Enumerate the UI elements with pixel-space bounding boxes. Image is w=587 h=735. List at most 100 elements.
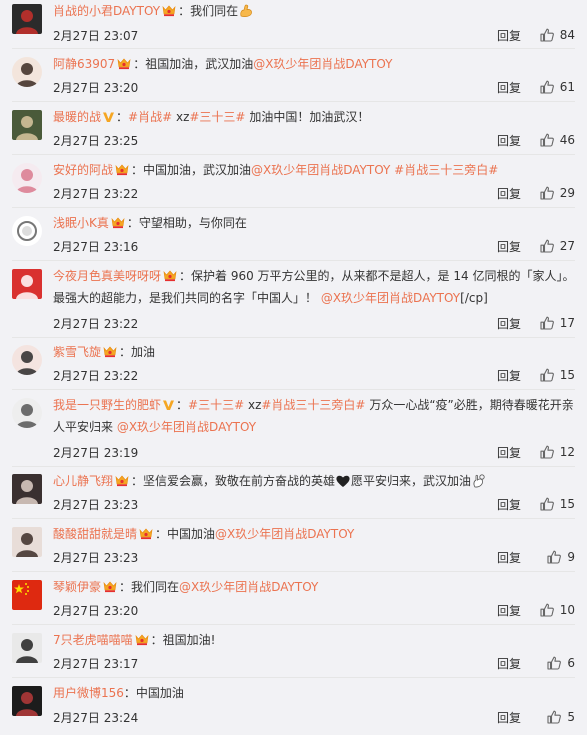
hashtag-link[interactable]: #肖战三十三旁白# [261, 398, 365, 412]
divider [12, 624, 575, 625]
comment-body: ： [176, 398, 189, 412]
avatar[interactable] [12, 398, 42, 428]
like-button[interactable]: 29 [540, 186, 575, 200]
like-button[interactable]: 5 [547, 710, 575, 724]
like-button[interactable]: 12 [540, 445, 575, 459]
like-button[interactable]: 15 [540, 497, 575, 511]
like-button[interactable]: 46 [540, 133, 575, 147]
timestamp: 2月27日 23:24 [53, 711, 139, 725]
username-link[interactable]: 安好的阿战 [53, 163, 113, 177]
comment-text: 心儿静飞翔 ：坚信爱会赢，致敬在前方奋战的英雄 愿平安归来，武汉加油 [53, 470, 575, 492]
comment-body: xz [172, 110, 190, 124]
like-count: 84 [559, 28, 575, 42]
like-button[interactable]: 9 [547, 550, 575, 564]
comment-text: 我是一只野生的肥虾 ：#三十三# xz#肖战三十三旁白# 万众一心战“疫”必胜，期… [53, 394, 575, 438]
username-link[interactable]: 今夜月色真美呀呀呀 [53, 269, 161, 283]
comment-body: ：坚信爱会赢，致敬在前方奋战的英雄 [131, 474, 336, 488]
reply-button[interactable]: 回复 [497, 602, 521, 619]
divider [12, 389, 575, 390]
comment-body: ：祖国加油，武汉加油 [133, 57, 254, 71]
reply-button[interactable]: 回复 [497, 315, 521, 332]
thumbs-up-icon [540, 603, 554, 617]
mention-link[interactable]: @X玖少年团肖战DAYTOY [179, 580, 318, 594]
reply-button[interactable]: 回复 [497, 367, 521, 384]
username-link[interactable]: 肖战的小君DAYTOY [53, 4, 160, 18]
thumbs-up-icon [540, 80, 554, 94]
avatar[interactable] [12, 345, 42, 375]
comment-item: 我是一只野生的肥虾 ：#三十三# xz#肖战三十三旁白# 万众一心战“疫”必胜，期… [0, 394, 587, 467]
reply-button[interactable]: 回复 [497, 709, 521, 726]
avatar[interactable] [12, 474, 42, 504]
like-button[interactable]: 61 [540, 80, 575, 94]
username-link[interactable]: 紫雪飞旋 [53, 345, 101, 359]
username-link[interactable]: 心儿静飞翔 [53, 474, 113, 488]
avatar[interactable] [12, 269, 42, 299]
avatar[interactable] [12, 633, 42, 663]
reply-button[interactable]: 回复 [497, 238, 521, 255]
comment-body: xz [244, 398, 262, 412]
vip-crown-icon [162, 5, 176, 16]
hashtag-link[interactable]: #三十三# [188, 398, 244, 412]
avatar[interactable] [12, 216, 42, 246]
timestamp: 2月27日 23:22 [53, 317, 139, 331]
username-link[interactable]: 琴颖伊豪 [53, 580, 101, 594]
timestamp: 2月27日 23:17 [53, 657, 139, 671]
mention-link[interactable]: @X玖少年团肖战DAYTOY [253, 57, 392, 71]
like-button[interactable]: 15 [540, 368, 575, 382]
mention-link[interactable]: @X玖少年团肖战DAYTOY [215, 527, 354, 541]
comment-body: ：守望相助，与你同在 [126, 216, 247, 230]
comment-item: 用户微博156：中国加油 2月27日 23:24 回复 5 [0, 682, 587, 735]
thumbs-up-icon [540, 368, 554, 382]
username-link[interactable]: 最暖的战 [53, 110, 101, 124]
comment-text: 今夜月色真美呀呀呀 ：保护着 960 万平方公里的，从来都不是超人，是 14 亿同… [53, 265, 575, 309]
vip-crown-icon [103, 346, 117, 357]
vip-crown-icon [111, 217, 125, 228]
username-link[interactable]: 用户微博156 [53, 686, 124, 700]
comment-body: 加油中国！加油武汉！ [245, 110, 370, 124]
vip-crown-icon [135, 634, 149, 645]
avatar[interactable] [12, 686, 42, 716]
hashtag-link[interactable]: #三十三# [189, 110, 245, 124]
username-link[interactable]: 浅眠小K真 [53, 216, 109, 230]
mention-link[interactable]: @X玖少年团肖战DAYTOY [251, 163, 390, 177]
username-link[interactable]: 7只老虎喵喵喵 [53, 633, 133, 647]
heart-emoji-icon [336, 475, 350, 487]
reply-button[interactable]: 回复 [497, 549, 521, 566]
mention-link[interactable]: @X玖少年团肖战DAYTOY [117, 420, 256, 434]
reply-button[interactable]: 回复 [497, 444, 521, 461]
reply-button[interactable]: 回复 [497, 655, 521, 672]
avatar[interactable] [12, 527, 42, 557]
comment-body: ：中国加油 [155, 527, 216, 541]
comment-text: 琴颖伊豪 ：我们同在@X玖少年团肖战DAYTOY [53, 576, 575, 598]
mention-link[interactable]: @X玖少年团肖战DAYTOY [321, 291, 460, 305]
like-button[interactable]: 84 [540, 28, 575, 42]
avatar[interactable] [12, 163, 42, 193]
avatar[interactable] [12, 110, 42, 140]
avatar[interactable] [12, 580, 42, 610]
reply-button[interactable]: 回复 [497, 132, 521, 149]
reply-button[interactable]: 回复 [497, 79, 521, 96]
thumbs-up-icon [540, 186, 554, 200]
thumbs-up-icon [547, 710, 562, 724]
vip-crown-icon [117, 58, 131, 69]
reply-button[interactable]: 回复 [497, 27, 521, 44]
reply-button[interactable]: 回复 [497, 496, 521, 513]
username-link[interactable]: 阿静63907 [53, 57, 115, 71]
hashtag-link[interactable]: #肖战三十三旁白# [394, 163, 498, 177]
vip-crown-icon [139, 528, 153, 539]
username-link[interactable]: 酸酸甜甜就是晴 [53, 527, 137, 541]
hashtag-link[interactable]: #肖战# [128, 110, 172, 124]
like-button[interactable]: 10 [540, 603, 575, 617]
comment-text: 阿静63907 ：祖国加油，武汉加油@X玖少年团肖战DAYTOY [53, 53, 575, 75]
thumbs-up-icon [540, 239, 554, 253]
divider [12, 466, 575, 467]
avatar[interactable] [12, 57, 42, 87]
like-button[interactable]: 27 [540, 239, 575, 253]
comment-item: 最暖的战 ：#肖战# xz#三十三# 加油中国！加油武汉！ 2月27日 23:25 回… [0, 106, 587, 159]
reply-button[interactable]: 回复 [497, 185, 521, 202]
like-button[interactable]: 17 [540, 316, 575, 330]
avatar[interactable] [12, 4, 42, 34]
username-link[interactable]: 我是一只野生的肥虾 [53, 398, 161, 412]
like-button[interactable]: 6 [547, 656, 575, 670]
divider [12, 207, 575, 208]
